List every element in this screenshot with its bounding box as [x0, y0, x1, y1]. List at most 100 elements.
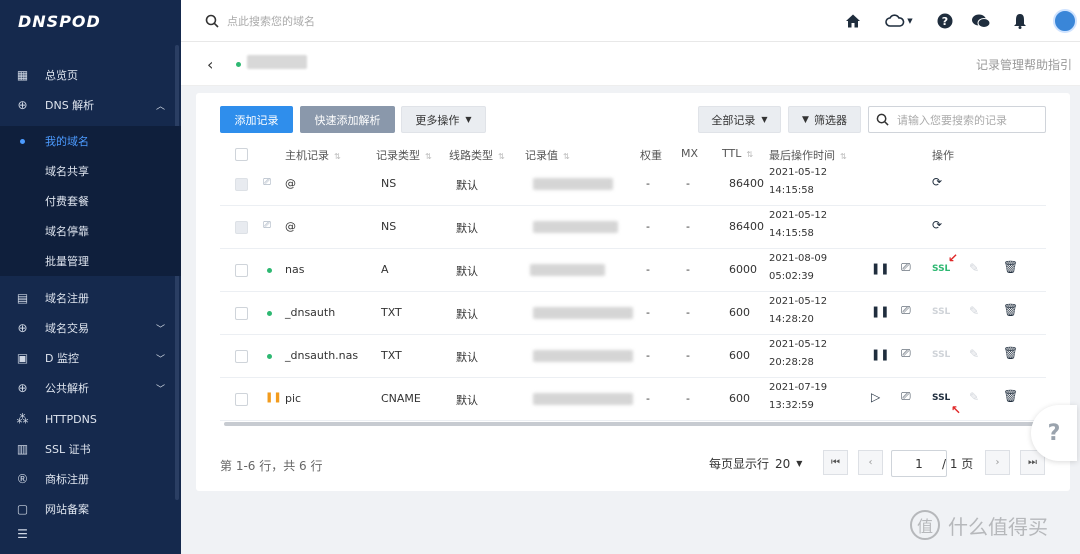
sort-icon: ⇅ [563, 152, 570, 161]
cell-line: 默认 [456, 308, 478, 321]
add-record-button[interactable]: 添加记录 [220, 106, 293, 133]
row-checkbox[interactable] [235, 307, 248, 320]
sidebar-item-trademark[interactable]: ® 商标注册 [0, 464, 181, 494]
sidebar-item-label: 域名注册 [45, 292, 89, 305]
sidebar-item-label: SSL 证书 [45, 443, 91, 456]
cell-date: 2021-05-12 [769, 296, 828, 307]
help-guide-link[interactable]: 记录管理帮助指引 [976, 56, 1072, 73]
ssl-button[interactable]: SSL [932, 264, 950, 274]
th-mx: MX [681, 147, 699, 160]
sidebar-item-dns[interactable]: ⊕ DNS 解析 ︿ [0, 90, 181, 120]
monitor-icon: ⎚ [263, 220, 271, 231]
domain-search[interactable]: 点此搜索您的域名 [205, 13, 315, 29]
globe-icon: ⊕ [17, 381, 28, 395]
sidebar-subitem-paid-plans[interactable]: 付费套餐 [0, 186, 181, 216]
bell-icon[interactable] [1011, 12, 1029, 30]
monitor-icon[interactable]: ⎚ [901, 260, 911, 275]
top-bar: 点此搜索您的域名 ▼ ? [181, 0, 1080, 42]
page-number-input[interactable]: 1 [891, 450, 947, 477]
more-ops-button[interactable]: 更多操作 ▼ [401, 106, 486, 133]
cell-mx: - [686, 349, 690, 362]
th-line[interactable]: 线路类型 ⇅ [449, 147, 505, 163]
caret-down-icon: ▼ [907, 17, 913, 25]
sidebar-subitem-label: 批量管理 [45, 255, 89, 268]
th-value[interactable]: 记录值 ⇅ [525, 147, 570, 163]
per-page-select[interactable]: 20 ▼ [775, 450, 802, 477]
next-page-button[interactable]: › [985, 450, 1010, 475]
cell-date: 2021-08-09 [769, 253, 828, 264]
trash-icon[interactable]: 🗑 [1003, 260, 1018, 274]
ssl-button: SSL [932, 350, 951, 360]
annotation-arrow: ↙ [948, 251, 959, 265]
pause-icon[interactable]: ❚❚ [871, 262, 889, 275]
ssl-button[interactable]: SSL [932, 393, 950, 403]
monitor-icon[interactable]: ⎚ [901, 389, 911, 404]
filter-label: 筛选器 [813, 113, 847, 127]
cell-value-redacted [533, 307, 633, 319]
search-icon [205, 14, 219, 28]
home-icon[interactable] [844, 12, 862, 30]
table-horizontal-scrollbar[interactable] [224, 422, 1046, 426]
filter-button[interactable]: ▼ 筛选器 [788, 106, 861, 133]
play-icon[interactable]: ▷ [871, 390, 880, 404]
caret-down-icon: ▼ [796, 459, 803, 468]
row-checkbox[interactable] [235, 393, 248, 406]
refresh-icon[interactable]: ⟳ [932, 218, 942, 232]
cloud-menu[interactable]: ▼ [883, 12, 915, 30]
sort-icon: ⇅ [746, 150, 754, 159]
cell-time: 20:28:28 [769, 357, 814, 368]
wechat-icon[interactable] [970, 12, 992, 30]
cell-time: 13:32:59 [769, 400, 814, 411]
sidebar-item-domain-register[interactable]: ▤ 域名注册 [0, 283, 181, 313]
th-last-op[interactable]: 最后操作时间 ⇅ [769, 147, 847, 163]
dnspod-logo[interactable]: DNSPOD [0, 0, 181, 42]
monitor-icon[interactable]: ⎚ [901, 303, 911, 318]
th-type[interactable]: 记录类型 ⇅ [376, 147, 432, 163]
sidebar-subitem-domain-share[interactable]: 域名共享 [0, 156, 181, 186]
first-page-button[interactable]: ⏮ [823, 450, 848, 475]
sidebar-item-d-monitor[interactable]: ▣ D 监控 ﹀ [0, 343, 181, 373]
trash-icon[interactable]: 🗑 [1003, 303, 1018, 317]
sidebar-item-domain-trade[interactable]: ⊕ 域名交易 ﹀ [0, 313, 181, 343]
row-checkbox[interactable] [235, 350, 248, 363]
edit-icon[interactable]: ✎ [969, 261, 979, 275]
cell-ttl: 600 [729, 349, 750, 362]
sidebar-subitem-batch-manage[interactable]: 批量管理 [0, 246, 181, 276]
quick-add-button[interactable]: 快速添加解析 [300, 106, 395, 133]
sidebar-subitem-domain-parking[interactable]: 域名停靠 [0, 216, 181, 246]
th-ttl[interactable]: TTL ⇅ [722, 147, 753, 160]
cell-mx: - [686, 177, 690, 190]
th-host[interactable]: 主机记录 ⇅ [285, 147, 341, 163]
sidebar-item-overview[interactable]: ▦ 总览页 [0, 60, 181, 90]
sidebar-item-httpdns[interactable]: ⁂ HTTPDNS [0, 404, 181, 434]
svg-text:?: ? [942, 15, 948, 28]
record-search-input[interactable]: 请输入您要搜索的记录 [868, 106, 1046, 133]
all-records-dropdown[interactable]: 全部记录 ▼ [698, 106, 781, 133]
globe-icon: ⊕ [17, 321, 28, 335]
domain-status-dot [236, 62, 241, 67]
caret-down-icon: ▼ [761, 115, 768, 124]
sidebar-subitem-my-domains[interactable]: 我的域名 [0, 126, 181, 156]
pause-icon[interactable]: ❚❚ [871, 348, 889, 361]
avatar[interactable] [1053, 9, 1077, 33]
help-icon[interactable]: ? [936, 12, 954, 30]
cell-line: 默认 [456, 222, 478, 235]
trash-icon[interactable]: 🗑 [1003, 389, 1018, 403]
sidebar: DNSPOD ▦ 总览页 ⊕ DNS 解析 ︿ 我的域名 域名共享 付费套餐 域… [0, 0, 181, 554]
search-placeholder: 请输入您要搜索的记录 [897, 113, 1007, 127]
prev-page-button[interactable]: ‹ [858, 450, 883, 475]
refresh-icon[interactable]: ⟳ [932, 175, 942, 189]
cell-date: 2021-05-12 [769, 167, 828, 178]
select-all-checkbox[interactable] [235, 148, 248, 161]
sidebar-collapse[interactable]: ☰ [0, 519, 181, 549]
back-icon[interactable]: ‹ [207, 55, 213, 74]
calendar-icon: ▤ [16, 291, 29, 305]
row-checkbox[interactable] [235, 264, 248, 277]
trash-icon[interactable]: 🗑 [1003, 346, 1018, 360]
sidebar-item-public-dns[interactable]: ⊕ 公共解析 ﹀ [0, 373, 181, 403]
cell-line: 默认 [456, 179, 478, 192]
monitor-icon[interactable]: ⎚ [901, 346, 911, 361]
pause-icon[interactable]: ❚❚ [871, 305, 889, 318]
cell-host: nas [285, 263, 305, 276]
sidebar-item-ssl[interactable]: ▥ SSL 证书 [0, 434, 181, 464]
